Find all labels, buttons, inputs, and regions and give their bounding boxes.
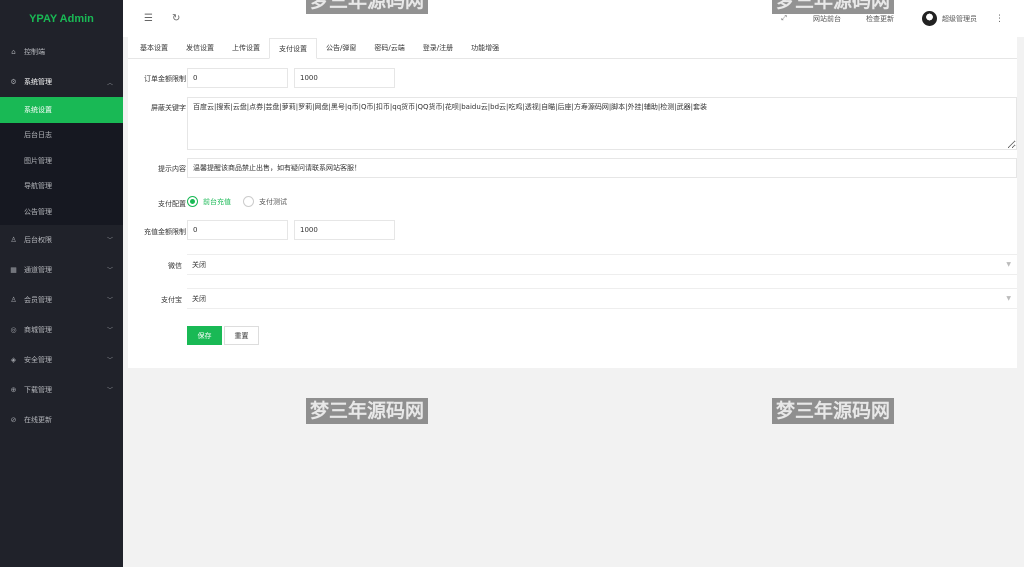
sidebar-item-label: 后台权限 bbox=[24, 235, 52, 244]
sidebar-item-label: 安全管理 bbox=[24, 355, 52, 364]
menu-toggle-icon[interactable]: ☰ bbox=[144, 13, 153, 24]
save-button[interactable]: 保存 bbox=[187, 326, 222, 345]
refresh-icon[interactable]: ↻ bbox=[172, 13, 180, 24]
caret-down-icon: ▼ bbox=[1006, 295, 1011, 302]
tab-mail[interactable]: 发信设置 bbox=[177, 38, 223, 58]
sidebar-item-permissions[interactable]: ♙ 后台权限 ﹀ bbox=[0, 225, 123, 255]
user-icon: ♙ bbox=[10, 295, 17, 304]
sidebar-subitem-notice[interactable]: 公告管理 bbox=[0, 199, 123, 225]
home-icon: ⌂ bbox=[11, 48, 16, 56]
sidebar-subnav-system: 系统设置 后台日志 图片管理 导航管理 公告管理 bbox=[0, 97, 123, 225]
check-update-link[interactable]: 检查更新 bbox=[866, 14, 894, 24]
radio-pay-test[interactable]: 支付测试 bbox=[243, 196, 287, 207]
tab-basic[interactable]: 基本设置 bbox=[131, 38, 177, 58]
sidebar-item-label: 会员管理 bbox=[24, 295, 52, 304]
chevron-down-icon: ﹀ bbox=[106, 357, 113, 364]
sidebar-item-label: 系统管理 bbox=[24, 78, 52, 86]
tip-input[interactable]: 温馨提醒该商品禁止出售，如有疑问请联系网站客服！ bbox=[187, 158, 1017, 178]
user-name: 超级管理员 bbox=[942, 14, 977, 23]
tab-upload[interactable]: 上传设置 bbox=[223, 38, 269, 58]
keywords-textarea[interactable]: 百度云|搜索|云盘|点券|芸盘|萝莉|罗莉|网盘|黑号|q币|Q币|扣币|qq货… bbox=[187, 97, 1017, 150]
watermark: 梦三年源码网 bbox=[772, 0, 895, 14]
avatar bbox=[922, 11, 937, 26]
keywords-label: 屏蔽关键字 bbox=[151, 104, 186, 112]
chevron-down-icon: ﹀ bbox=[106, 327, 113, 334]
sidebar-item-channels[interactable]: ▦ 通道管理 ﹀ bbox=[0, 255, 123, 285]
sidebar-item-label: 通道管理 bbox=[24, 265, 52, 274]
watermark: 梦三年源码网 bbox=[772, 398, 895, 424]
wechat-select-value: 关闭 bbox=[192, 260, 206, 269]
sidebar-item-shop[interactable]: ◎ 商城管理 ﹀ bbox=[0, 315, 123, 345]
tab-features[interactable]: 功能增强 bbox=[462, 38, 508, 58]
sidebar-item-label: 在线更新 bbox=[24, 415, 52, 424]
sidebar-item-label: 控制端 bbox=[24, 48, 45, 56]
caret-down-icon: ▼ bbox=[1006, 261, 1011, 268]
download-icon: ⊕ bbox=[10, 385, 17, 394]
sidebar-item-update[interactable]: ⊘ 在线更新 bbox=[0, 405, 123, 435]
app-logo: YPAY Admin bbox=[29, 12, 94, 25]
order-limit-label: 订单金额限制 bbox=[144, 75, 186, 83]
site-frontend-link[interactable]: 网站前台 bbox=[813, 14, 841, 24]
reset-button[interactable]: 重置 bbox=[224, 326, 259, 345]
user-menu[interactable]: 超级管理员 bbox=[922, 11, 977, 26]
sidebar-item-system[interactable]: ⚙ 系统管理 ︿ bbox=[0, 67, 123, 97]
radio-unchecked-icon bbox=[243, 196, 254, 207]
sidebar: YPAY Admin ⌂ 控制端 ⚙ 系统管理 ︿ 系统设置 后台日志 图片管理… bbox=[0, 0, 123, 567]
wechat-label: 微信 bbox=[168, 262, 182, 270]
pay-config-radio-group: 前台充值 支付测试 bbox=[187, 196, 299, 207]
more-vertical-icon[interactable]: ⋮ bbox=[995, 14, 1004, 24]
recharge-limit-max-input[interactable]: 1000 bbox=[294, 220, 395, 240]
user-icon: ♙ bbox=[10, 235, 17, 244]
sidebar-item-members[interactable]: ♙ 会员管理 ﹀ bbox=[0, 285, 123, 315]
settings-tabs: 基本设置 发信设置 上传设置 支付设置 公告/弹窗 密码/云端 登录/注册 功能… bbox=[128, 37, 1017, 59]
alipay-select-value: 关闭 bbox=[192, 294, 206, 303]
sidebar-subitem-system-settings[interactable]: 系统设置 bbox=[0, 97, 123, 123]
order-limit-max-input[interactable]: 1000 bbox=[294, 68, 395, 88]
sidebar-item-security[interactable]: ◈ 安全管理 ﹀ bbox=[0, 345, 123, 375]
tab-notice[interactable]: 公告/弹窗 bbox=[317, 38, 365, 58]
radio-frontend-recharge[interactable]: 前台充值 bbox=[187, 196, 231, 207]
sidebar-item-label: 商城管理 bbox=[24, 325, 52, 334]
pay-config-label: 支付配置 bbox=[158, 200, 186, 208]
tip-label: 提示内容 bbox=[158, 165, 186, 173]
chevron-down-icon: ﹀ bbox=[106, 297, 113, 304]
tab-login[interactable]: 登录/注册 bbox=[414, 38, 462, 58]
radio-checked-icon bbox=[187, 196, 198, 207]
chevron-down-icon: ﹀ bbox=[106, 267, 113, 274]
sidebar-item-dashboard[interactable]: ⌂ 控制端 bbox=[0, 37, 123, 67]
fullscreen-icon[interactable]: ⤢ bbox=[781, 14, 787, 23]
watermark: 梦三年源码网 bbox=[306, 398, 429, 424]
tab-payment[interactable]: 支付设置 bbox=[269, 38, 317, 59]
shop-icon: ◎ bbox=[10, 325, 17, 334]
tab-password[interactable]: 密码/云端 bbox=[365, 38, 413, 58]
wechat-select[interactable]: 关闭 ▼ bbox=[187, 254, 1017, 275]
grid-icon: ▦ bbox=[10, 265, 17, 274]
sidebar-subitem-logs[interactable]: 后台日志 bbox=[0, 123, 123, 149]
sidebar-subitem-images[interactable]: 图片管理 bbox=[0, 148, 123, 174]
sidebar-item-label: 下载管理 bbox=[24, 385, 52, 394]
alipay-select[interactable]: 关闭 ▼ bbox=[187, 288, 1017, 309]
recharge-limit-min-input[interactable]: 0 bbox=[187, 220, 288, 240]
order-limit-min-input[interactable]: 0 bbox=[187, 68, 288, 88]
watermark: 梦三年源码网 bbox=[306, 0, 429, 14]
sidebar-item-downloads[interactable]: ⊕ 下载管理 ﹀ bbox=[0, 375, 123, 405]
check-circle-icon: ⊘ bbox=[10, 415, 17, 424]
chevron-up-icon: ︿ bbox=[106, 79, 113, 87]
alipay-label: 支付宝 bbox=[161, 296, 182, 304]
recharge-limit-label: 充值金额限制 bbox=[144, 228, 186, 236]
chevron-down-icon: ﹀ bbox=[106, 387, 113, 394]
shield-icon: ◈ bbox=[10, 355, 17, 364]
chevron-down-icon: ﹀ bbox=[106, 237, 113, 244]
gear-icon: ⚙ bbox=[10, 78, 17, 86]
sidebar-subitem-nav[interactable]: 导航管理 bbox=[0, 174, 123, 200]
settings-panel: 基本设置 发信设置 上传设置 支付设置 公告/弹窗 密码/云端 登录/注册 功能… bbox=[128, 37, 1017, 368]
